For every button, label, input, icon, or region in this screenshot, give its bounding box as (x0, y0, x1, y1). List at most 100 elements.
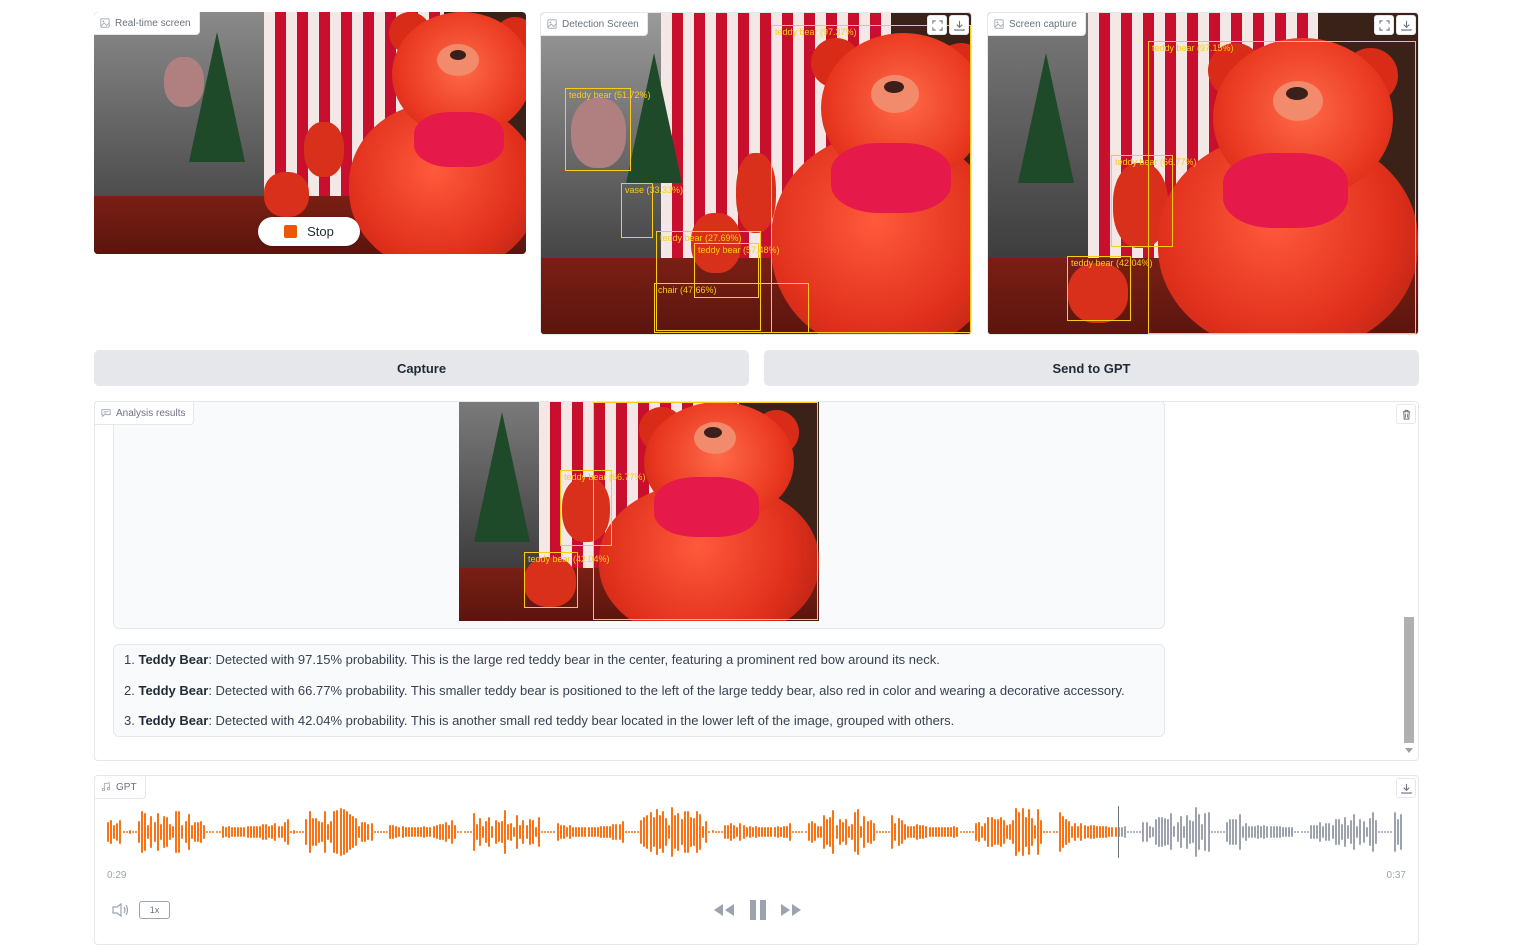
send-to-gpt-button[interactable]: Send to GPT (764, 350, 1419, 386)
waveform-bar (392, 825, 395, 839)
waveform-playhead[interactable] (1117, 806, 1119, 858)
waveform-bar (1012, 819, 1015, 845)
stop-button[interactable]: Stop (258, 217, 360, 246)
waveform-bar (1294, 831, 1297, 833)
waveform-bar (1362, 821, 1365, 843)
fullscreen-button[interactable] (1374, 15, 1394, 35)
waveform-bar (268, 826, 271, 838)
waveform-bar (562, 825, 565, 839)
waveform-bar (568, 824, 571, 840)
waveform-bar (497, 822, 500, 842)
waveform-bar (293, 830, 295, 834)
waveform-bar (206, 831, 209, 833)
waveform-bar (872, 822, 875, 842)
waveform-bar (193, 822, 196, 842)
waveform-bar (816, 826, 819, 838)
stop-label: Stop (307, 224, 334, 239)
list-item: 1. Teddy Bear: Detected with 97.15% prob… (124, 652, 940, 667)
audio-label: GPT (95, 776, 146, 799)
waveform-bar (1213, 831, 1216, 833)
capture-label: Screen capture (988, 13, 1086, 36)
scroll-down-icon[interactable] (1405, 748, 1413, 753)
waveform-bar (1040, 820, 1043, 844)
waveform-bar (940, 826, 943, 838)
waveform-bar (317, 821, 320, 843)
waveform-bar (1024, 817, 1027, 847)
download-button[interactable] (1396, 15, 1416, 35)
waveform-bar (221, 826, 224, 838)
waveform-bar (237, 826, 240, 838)
detection-box-label: teddy bear (57.48%) (698, 245, 780, 255)
waveform-bar (448, 825, 450, 839)
waveform-bar (869, 820, 872, 844)
waveform-bar (1322, 826, 1325, 838)
waveform-bar (488, 817, 491, 847)
waveform-bar (113, 825, 116, 839)
waveform-bar (686, 811, 689, 853)
waveform-bar (218, 831, 221, 833)
waveform-bar (345, 811, 348, 853)
fullscreen-button[interactable] (927, 15, 947, 35)
waveform-bar (420, 826, 423, 838)
rewind-button[interactable] (713, 902, 735, 918)
audio-waveform[interactable] (107, 806, 1405, 858)
waveform-bar (1334, 818, 1337, 846)
detection-box-label: chair (47.66%) (658, 285, 717, 295)
detection-box: vase (33.33%) (621, 183, 683, 238)
waveform-bar (1393, 811, 1396, 853)
waveform-bar (950, 826, 953, 838)
waveform-bar (838, 818, 841, 846)
waveform-bar (804, 831, 807, 833)
waveform-bar (1043, 831, 1046, 833)
detection-box-label: teddy bear (97.15%) (1152, 43, 1234, 53)
detection-box: teddy bear (66.77%) (560, 470, 646, 546)
realtime-video: Stop (94, 12, 526, 254)
playback-speed-button[interactable]: 1x (139, 901, 170, 919)
detection-box-label: teddy bear (66.77%) (1115, 157, 1197, 167)
waveform-bar (689, 816, 692, 848)
detection-box-label: teddy bear (42.04%) (528, 554, 610, 564)
waveform-bar (968, 831, 971, 833)
waveform-bar (878, 830, 881, 834)
waveform-bar (1083, 824, 1086, 840)
download-button[interactable] (949, 15, 969, 35)
scrollbar[interactable] (1402, 402, 1416, 760)
waveform-bar (1235, 819, 1238, 845)
waveform-bar (175, 810, 178, 854)
waveform-bar (1226, 822, 1229, 842)
waveform-bar (138, 821, 140, 843)
waveform-bar (1061, 815, 1064, 849)
clear-button[interactable] (1396, 404, 1416, 424)
waveform-bar (187, 814, 190, 850)
waveform-bar (355, 818, 357, 846)
capture-image: teddy bear (97.15%) teddy bear (66.77%) … (988, 13, 1418, 334)
forward-button[interactable] (780, 902, 802, 918)
waveform-bar (751, 826, 754, 838)
waveform-bar (116, 823, 119, 841)
waveform-bar (1359, 819, 1362, 845)
realtime-label: Real-time screen (94, 12, 200, 35)
playback-speed-label: 1x (149, 905, 160, 915)
volume-button[interactable] (111, 902, 131, 918)
waveform-bar (937, 826, 940, 838)
waveform-bar (141, 811, 144, 853)
audio-download-button[interactable] (1396, 778, 1416, 798)
waveform-bar (640, 820, 643, 844)
capture-button[interactable]: Capture (94, 350, 749, 386)
waveform-bar (324, 811, 326, 853)
waveform-bar (630, 830, 633, 834)
waveform-bar (386, 831, 388, 833)
waveform-bar (1002, 820, 1005, 844)
waveform-bar (150, 816, 153, 848)
waveform-bar (296, 831, 299, 833)
pause-button[interactable] (748, 899, 768, 921)
waveform-bar (705, 820, 708, 844)
waveform-bar (314, 818, 317, 846)
waveform-bar (283, 822, 286, 842)
waveform-bar (575, 826, 578, 838)
waveform-bar (727, 825, 729, 839)
scrollbar-thumb[interactable] (1404, 617, 1414, 743)
detection-box-label: teddy bear (27.69%) (660, 233, 742, 243)
waveform-bar (258, 825, 261, 839)
waveform-bar (596, 826, 599, 838)
